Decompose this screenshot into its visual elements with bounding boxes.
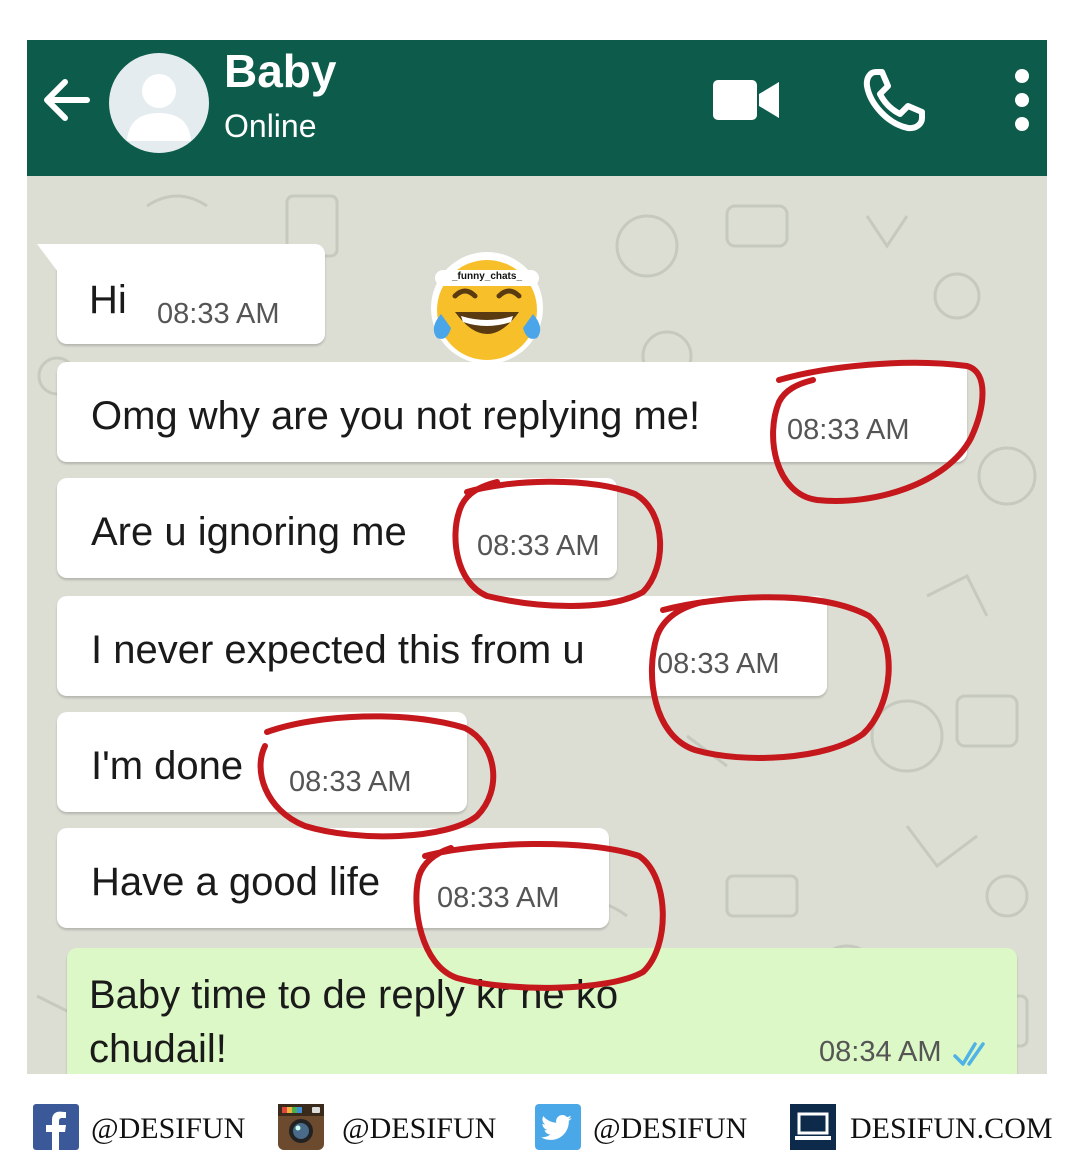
chat-area[interactable]: Hi 08:33 AM _funny_chats_ Omg why are yo… bbox=[27, 176, 1047, 1074]
phone-call-icon[interactable] bbox=[862, 68, 926, 132]
instagram-icon bbox=[278, 1104, 324, 1150]
double-check-icon bbox=[953, 1042, 985, 1066]
back-arrow-icon[interactable] bbox=[37, 70, 97, 130]
bubble-tail bbox=[37, 244, 67, 284]
contact-name[interactable]: Baby bbox=[224, 44, 336, 98]
avatar[interactable] bbox=[109, 53, 209, 153]
sticker-label: _funny_chats_ bbox=[451, 271, 523, 282]
message-bubble[interactable]: Are u ignoring me 08:33 AM bbox=[57, 478, 617, 578]
laughing-tears-emoji-icon bbox=[431, 252, 543, 364]
message-time: 08:33 AM bbox=[477, 530, 600, 562]
more-options-icon[interactable] bbox=[1011, 68, 1033, 132]
twitter-handle: @DESIFUN bbox=[593, 1112, 748, 1145]
sent-message-line-1: Baby time to de reply kr ne ko bbox=[89, 973, 619, 1017]
message-text: Omg why are you not replying me! bbox=[91, 394, 701, 438]
twitter-icon bbox=[535, 1104, 581, 1150]
facebook-link[interactable]: @DESIFUN bbox=[33, 1104, 263, 1150]
website-url: DESIFUN.COM bbox=[850, 1112, 1053, 1145]
sent-message-bubble[interactable]: Baby time to de reply kr ne ko chudail! … bbox=[67, 948, 1017, 1074]
website-link[interactable]: DESIFUN.COM bbox=[790, 1104, 1053, 1150]
contact-status: Online bbox=[224, 108, 317, 144]
facebook-handle: @DESIFUN bbox=[91, 1112, 246, 1145]
message-bubble[interactable]: I'm done 08:33 AM bbox=[57, 712, 467, 812]
laptop-icon bbox=[790, 1104, 836, 1150]
message-bubble[interactable]: Have a good life 08:33 AM bbox=[57, 828, 609, 928]
video-call-icon[interactable] bbox=[713, 78, 781, 122]
message-text: Are u ignoring me bbox=[91, 510, 407, 554]
message-time: 08:33 AM bbox=[157, 298, 280, 330]
sent-message-time: 08:34 AM bbox=[819, 1036, 942, 1068]
instagram-link[interactable]: @DESIFUN bbox=[278, 1104, 508, 1150]
message-time: 08:33 AM bbox=[437, 882, 560, 914]
message-time: 08:33 AM bbox=[657, 648, 780, 680]
chat-header: Baby Online bbox=[27, 40, 1047, 176]
avatar-placeholder-icon bbox=[127, 74, 191, 141]
instagram-handle: @DESIFUN bbox=[342, 1112, 497, 1145]
message-text: I'm done bbox=[91, 744, 244, 788]
chat-screenshot: Baby Online Hi 08:33 AM _funny_chats_ Om… bbox=[27, 40, 1047, 1074]
message-bubble[interactable]: Omg why are you not replying me! 08:33 A… bbox=[57, 362, 967, 462]
sent-message-line-2: chudail! bbox=[89, 1027, 227, 1071]
message-time: 08:33 AM bbox=[787, 414, 910, 446]
twitter-link[interactable]: @DESIFUN bbox=[535, 1104, 765, 1150]
message-time: 08:33 AM bbox=[289, 766, 412, 798]
message-text: I never expected this from u bbox=[91, 628, 585, 672]
sticker[interactable]: _funny_chats_ bbox=[425, 244, 549, 368]
facebook-icon bbox=[33, 1104, 79, 1150]
message-text: Have a good life bbox=[91, 860, 381, 904]
message-bubble[interactable]: Hi 08:33 AM bbox=[57, 244, 325, 344]
footer: @DESIFUN @DESIFUN @DESIFUN DESIFUN.COM bbox=[0, 1074, 1072, 1174]
message-bubble[interactable]: I never expected this from u 08:33 AM bbox=[57, 596, 827, 696]
message-text: Hi bbox=[89, 278, 127, 322]
